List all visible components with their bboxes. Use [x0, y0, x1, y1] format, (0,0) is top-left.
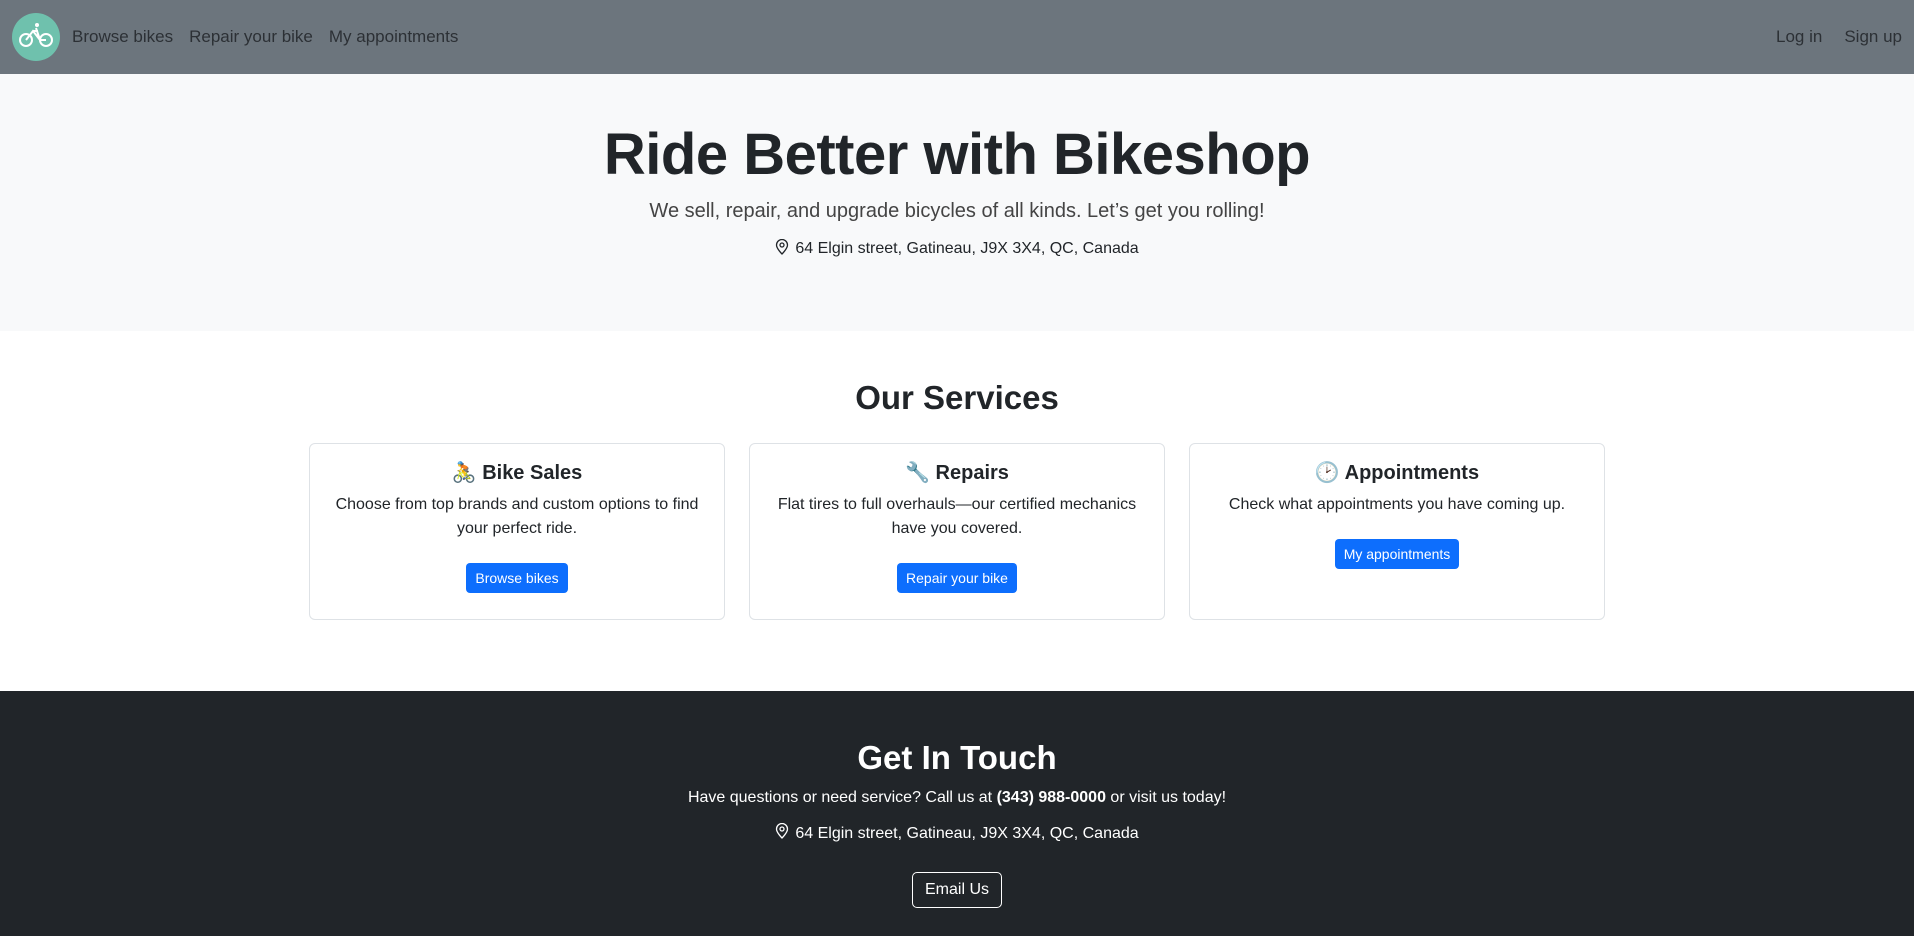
nav-links: Browse bikes Repair your bike My appoint…: [72, 27, 458, 47]
login-link[interactable]: Log in: [1776, 27, 1822, 47]
card-title-text: Appointments: [1344, 462, 1480, 484]
card-text: Choose from top brands and custom option…: [335, 496, 699, 537]
hero-address: 64 Elgin street, Gatineau, J9X 3X4, QC, …: [775, 238, 1139, 260]
email-us-button[interactable]: Email Us: [911, 872, 1002, 908]
card-title-text: Repairs: [935, 462, 1009, 484]
contact-section: Get In Touch Have questions or need serv…: [0, 691, 1914, 936]
bicycle-icon: [19, 22, 53, 53]
services-heading: Our Services: [855, 379, 1059, 416]
repair-your-bike-button[interactable]: Repair your bike: [897, 563, 1017, 593]
contact-text-before: Have questions or need service? Call us …: [687, 789, 997, 806]
card-title: 🕑 Appointments: [1206, 460, 1588, 485]
nav-browse-bikes[interactable]: Browse bikes: [72, 27, 173, 47]
contact-address: 64 Elgin street, Gatineau, J9X 3X4, QC, …: [775, 822, 1139, 844]
wrench-icon: 🔧: [905, 462, 930, 484]
card-text: Check what appointments you have coming …: [1228, 496, 1566, 513]
navbar: Browse bikes Repair your bike My appoint…: [0, 0, 1914, 74]
logo[interactable]: [12, 13, 60, 61]
phone-number[interactable]: (343) 988-0000: [997, 789, 1106, 806]
nav-my-appointments[interactable]: My appointments: [329, 27, 458, 47]
card-title: 🔧 Repairs: [766, 460, 1148, 485]
services-section: Our Services 🚴 Bike Sales Choose from to…: [0, 331, 1914, 691]
card-title-text: Bike Sales: [482, 462, 583, 484]
nav-auth: Log in Sign up: [1776, 27, 1902, 47]
hero: Ride Better with Bikeshop We sell, repai…: [0, 74, 1914, 331]
card-bike-sales: 🚴 Bike Sales Choose from top brands and …: [309, 443, 725, 620]
card-text: Flat tires to full overhauls—our certifi…: [777, 496, 1137, 537]
contact-heading: Get In Touch: [857, 739, 1057, 776]
contact-text-after: or visit us today!: [1105, 789, 1227, 806]
contact-address-text: 64 Elgin street, Gatineau, J9X 3X4, QC, …: [795, 824, 1139, 842]
hero-title: Ride Better with Bikeshop: [603, 122, 1311, 187]
hero-lead: We sell, repair, and upgrade bicycles of…: [649, 199, 1265, 222]
card-title: 🚴 Bike Sales: [326, 460, 708, 485]
cyclist-icon: 🚴: [451, 462, 477, 484]
card-appointments: 🕑 Appointments Check what appointments y…: [1189, 443, 1605, 620]
browse-bikes-button[interactable]: Browse bikes: [466, 563, 568, 593]
nav-repair-your-bike[interactable]: Repair your bike: [189, 27, 313, 47]
service-cards: 🚴 Bike Sales Choose from top brands and …: [0, 443, 1914, 620]
card-repairs: 🔧 Repairs Flat tires to full overhauls—o…: [749, 443, 1165, 620]
clock-icon: 🕑: [1314, 462, 1340, 484]
my-appointments-button[interactable]: My appointments: [1334, 539, 1460, 569]
map-pin-icon: [775, 822, 789, 844]
map-pin-icon: [775, 238, 789, 260]
hero-address-text: 64 Elgin street, Gatineau, J9X 3X4, QC, …: [795, 240, 1139, 258]
contact-text: Have questions or need service? Call us …: [0, 789, 1914, 807]
signup-link[interactable]: Sign up: [1844, 27, 1902, 47]
